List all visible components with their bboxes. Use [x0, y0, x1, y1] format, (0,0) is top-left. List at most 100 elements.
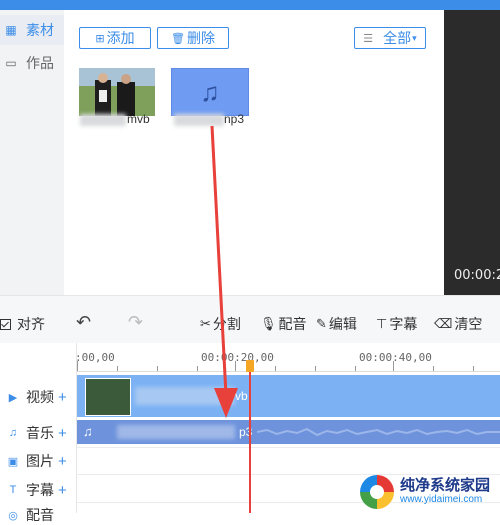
trash-icon: 🗑 — [171, 32, 185, 45]
music-note-icon: ♫ — [200, 76, 220, 107]
window-top-bar — [0, 0, 500, 10]
align-label: 对齐 — [17, 316, 45, 332]
left-nav: ▦ 素材 ▭ 作品 — [0, 10, 64, 295]
ruler-tick — [275, 366, 276, 371]
dub-button[interactable]: 🎙 配音 — [260, 314, 307, 334]
ruler-tick — [235, 361, 236, 371]
text-box-icon: ⊤ — [376, 316, 388, 331]
add-button[interactable]: ⊞ 添加 — [79, 27, 151, 49]
ruler-tick — [355, 366, 356, 371]
list-icon: ☰ — [363, 32, 374, 45]
split-button[interactable]: ✂ 分割 — [200, 314, 241, 334]
track-label: 字幕 — [26, 482, 54, 498]
align-checkbox[interactable]: 对齐 — [0, 314, 45, 334]
video-preview[interactable]: 00:00:2 — [444, 10, 500, 295]
add-video-button[interactable]: + — [58, 389, 67, 406]
track-divider — [77, 447, 500, 448]
track-subtitle[interactable]: T 字幕 + — [6, 480, 67, 500]
track-music[interactable]: ♫ 音乐 + — [6, 423, 67, 443]
track-label: 音乐 — [26, 425, 54, 441]
subtitle-label: 字幕 — [389, 316, 418, 332]
filter-dropdown-label: 全部 — [383, 30, 412, 46]
ruler-label: :00,00 — [75, 351, 115, 364]
split-label: 分割 — [212, 316, 241, 332]
audio-file-thumbnail[interactable]: ♫ — [171, 68, 249, 116]
ruler-tick — [197, 366, 198, 371]
add-subtitle-button[interactable]: + — [58, 482, 67, 499]
track-label: 视频 — [26, 389, 54, 405]
video-clip-thumbnail — [85, 378, 131, 416]
edit-label: 编辑 — [328, 316, 357, 332]
nav-item-materials[interactable]: ▦ 素材 — [0, 15, 64, 45]
track-label: 配音 — [26, 507, 54, 523]
video-file-thumbnail[interactable] — [79, 68, 155, 116]
music-note-icon: ♫ — [83, 424, 93, 439]
blurred-clipname — [135, 387, 235, 405]
track-video[interactable]: ▶ 视频 + — [6, 387, 67, 407]
nav-item-label: 素材 — [26, 22, 54, 38]
filter-dropdown[interactable]: ☰ 全部 ▾ — [354, 27, 426, 49]
ruler-tick — [433, 366, 434, 371]
text-icon: T — [9, 484, 17, 496]
delete-button-label: 删除 — [186, 30, 215, 46]
ruler-tick — [473, 366, 474, 371]
audio-filename: np3 — [224, 112, 245, 126]
track-label: 图片 — [26, 453, 54, 469]
watermark-logo-icon — [360, 474, 394, 509]
watermark-url: www.yidaimei.com — [400, 493, 483, 505]
music-icon: ♫ — [8, 427, 18, 439]
checkbox-icon — [0, 318, 11, 330]
dub-label: 配音 — [278, 316, 307, 332]
ruler-label: 00:00:20,00 — [201, 351, 274, 364]
subtitle-button[interactable]: ⊤ 字幕 — [376, 314, 417, 334]
redo-icon[interactable]: ↷ — [128, 312, 143, 333]
playhead-handle[interactable] — [246, 360, 254, 372]
ruler-tick — [393, 361, 394, 371]
edit-button[interactable]: ✎ 编辑 — [316, 314, 357, 334]
playhead-line[interactable] — [249, 362, 251, 513]
blurred-filename — [80, 114, 126, 126]
eraser-icon: ⌫ — [434, 316, 453, 331]
nav-item-works[interactable]: ▭ 作品 — [0, 48, 64, 78]
delete-button[interactable]: 🗑 删除 — [157, 27, 229, 49]
grid-icon: ▦ — [5, 23, 17, 37]
chevron-down-icon: ▾ — [412, 32, 417, 43]
blurred-clipname — [117, 425, 235, 439]
pencil-icon: ✎ — [316, 316, 327, 331]
audio-waveform — [257, 427, 500, 437]
folder-icon: ▭ — [5, 56, 17, 70]
video-icon: ▶ — [8, 391, 18, 404]
mic-icon: ◎ — [8, 509, 18, 522]
add-image-button[interactable]: + — [58, 453, 67, 470]
video-clip-name: vb — [235, 389, 248, 403]
clear-button[interactable]: ⌫ 清空 — [434, 314, 482, 334]
media-library: ⊞ 添加 🗑 删除 ☰ 全部 ▾ ♫ mvb np3 — [64, 10, 444, 295]
video-clip[interactable]: vb — [77, 375, 500, 417]
scissors-icon: ✂ — [200, 316, 211, 331]
track-labels: ▶ 视频 + ♫ 音乐 + ▣ 图片 + T 字幕 + ◎ 配音 — [0, 343, 77, 523]
track-dub[interactable]: ◎ 配音 — [6, 505, 54, 525]
undo-icon[interactable]: ↶ — [76, 312, 91, 333]
add-button-label: 添加 — [106, 30, 135, 46]
ruler-tick — [315, 366, 316, 371]
preview-timecode: 00:00:2 — [454, 268, 500, 283]
add-file-icon: ⊞ — [95, 32, 105, 45]
timeline-toolbar: 对齐 ↶ ↷ ✂ 分割 🎙 配音 ✎ 编辑 ⊤ 字幕 ⌫ 清空 — [0, 295, 500, 344]
watermark-title: 纯净系统家园 — [400, 476, 491, 494]
timeline-ruler[interactable]: :00,00 00:00:20,00 00:00:40,00 — [75, 343, 500, 372]
nav-item-label: 作品 — [26, 55, 54, 71]
video-thumbnail-image — [79, 68, 155, 116]
blurred-filename — [174, 114, 224, 126]
audio-clip[interactable]: ♫ p3 — [77, 420, 500, 444]
ruler-tick — [117, 366, 118, 371]
ruler-label: 00:00:40,00 — [359, 351, 432, 364]
track-image[interactable]: ▣ 图片 + — [6, 451, 67, 471]
add-music-button[interactable]: + — [58, 425, 67, 442]
clear-label: 清空 — [454, 316, 483, 332]
watermark: 纯净系统家园 www.yidaimei.com — [360, 470, 500, 513]
ruler-tick — [77, 361, 78, 371]
microphone-icon: 🎙 — [260, 316, 277, 331]
video-filename: mvb — [127, 112, 150, 126]
image-icon: ▣ — [7, 455, 19, 468]
ruler-tick — [157, 366, 158, 371]
